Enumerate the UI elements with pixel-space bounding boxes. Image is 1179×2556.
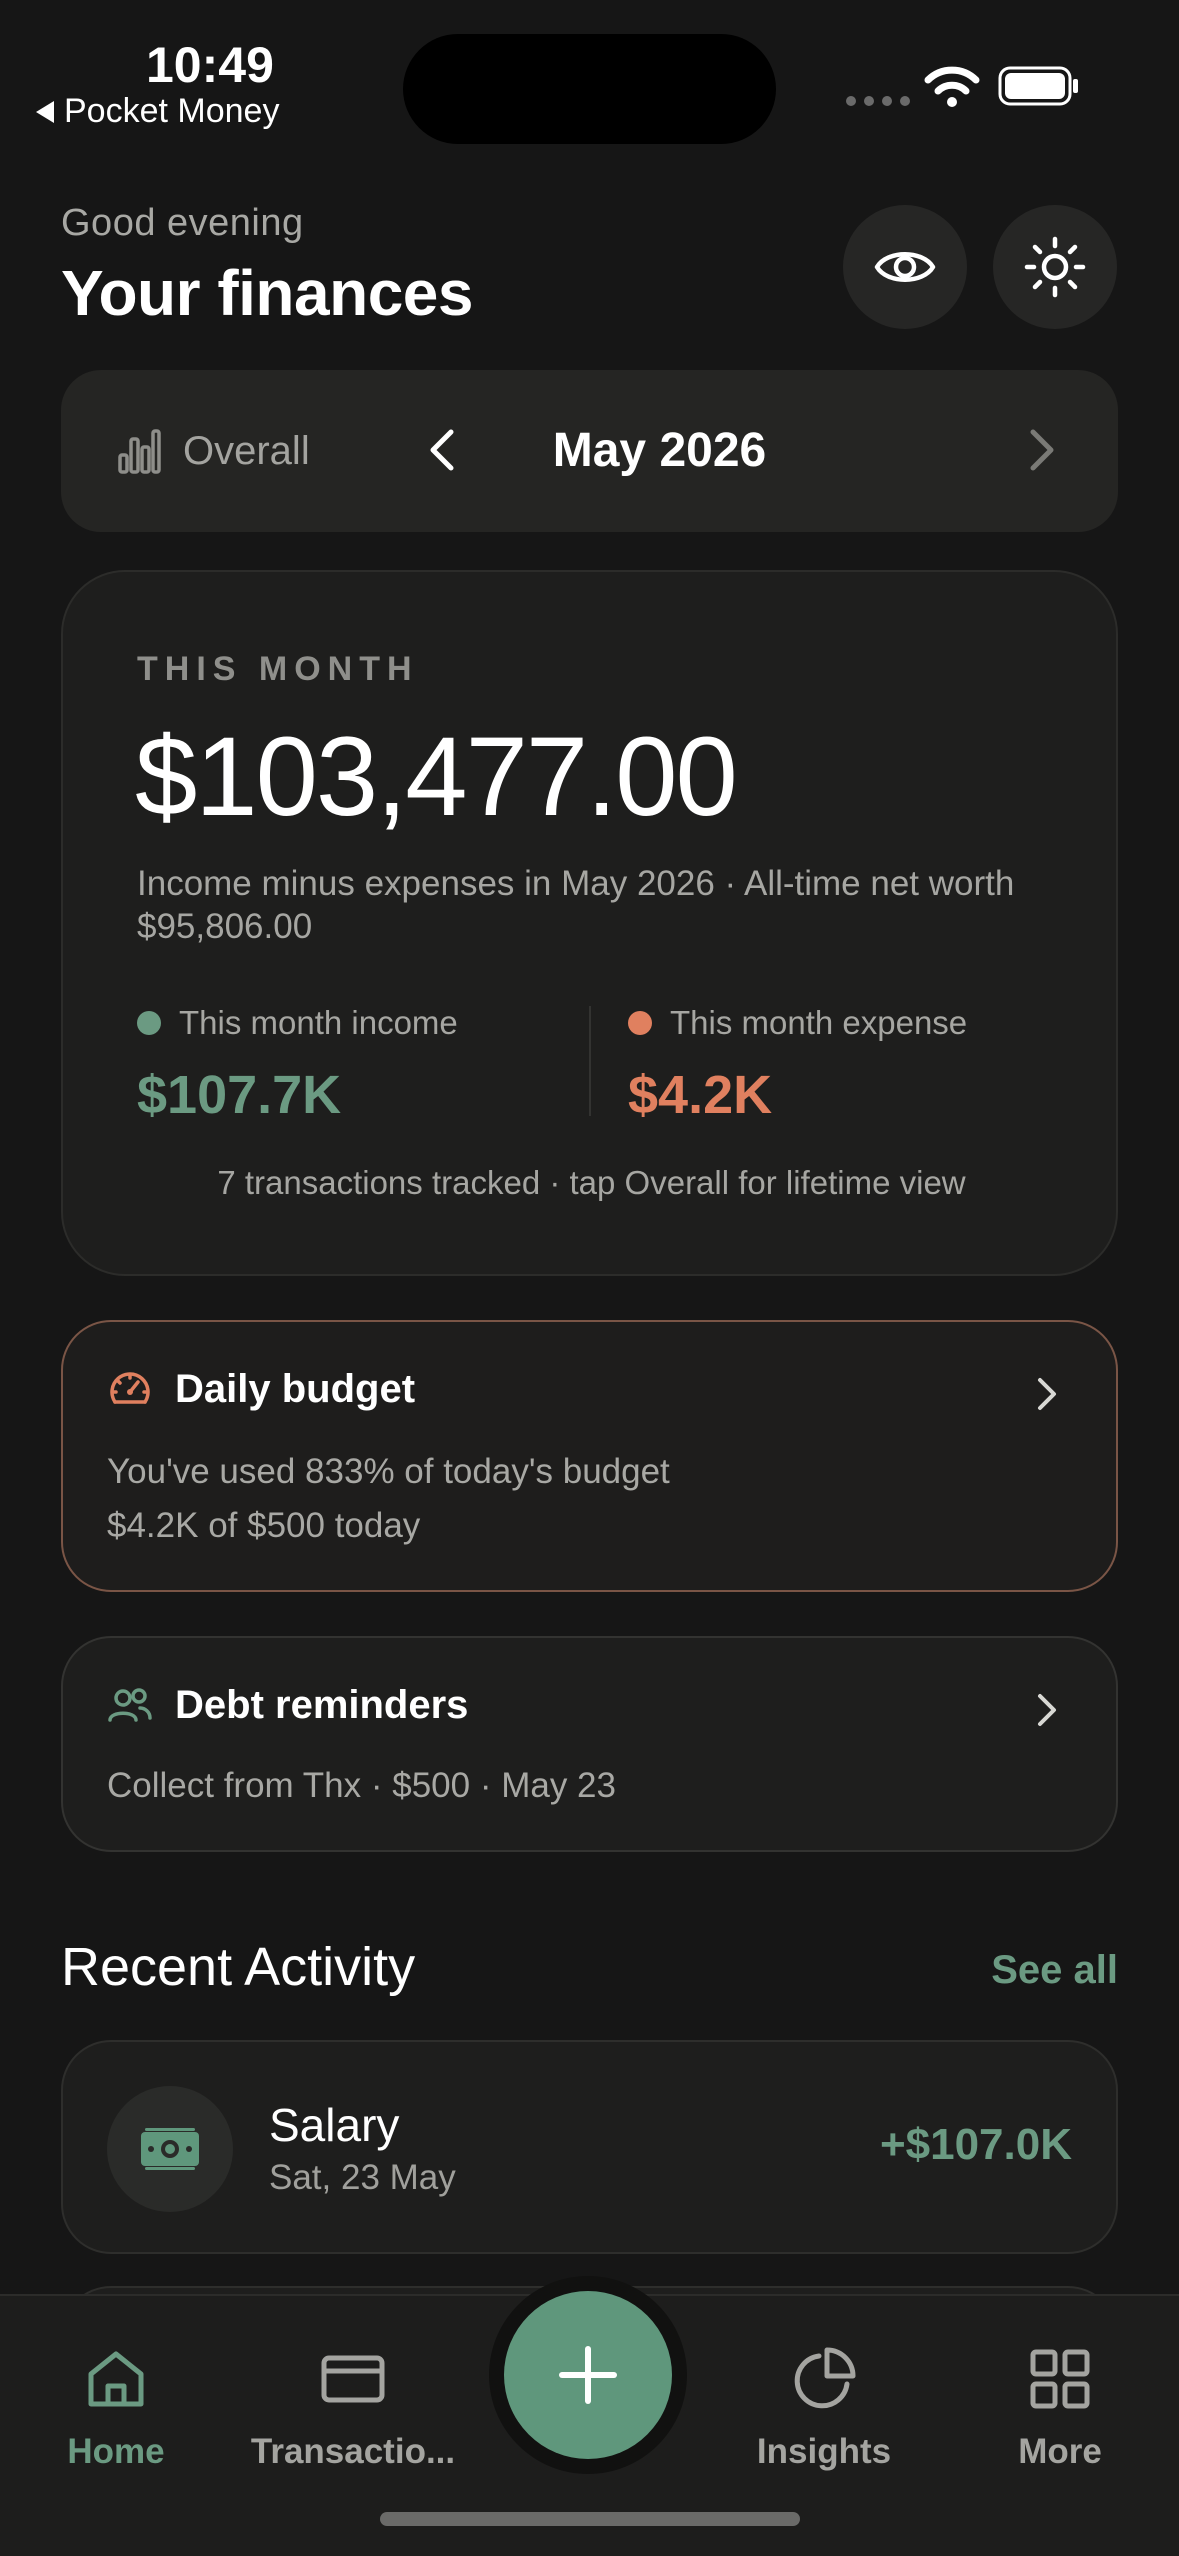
plus-icon (559, 2346, 617, 2404)
wifi-icon (924, 66, 980, 107)
toggle-visibility-button[interactable] (843, 205, 967, 329)
income-label: This month income (179, 1004, 458, 1041)
budget-usage-text: You've used 833% of today's budget (107, 1452, 670, 1491)
tab-home-label: Home (67, 2432, 165, 2471)
income-dot-icon (137, 1011, 161, 1035)
grid-icon (1030, 2349, 1090, 2409)
signal-dots-icon (846, 96, 910, 106)
debt-reminder-text: Collect from Thx · $500 · May 23 (107, 1766, 616, 1805)
transaction-name: Salary (269, 2099, 400, 2151)
back-to-app-link[interactable]: Pocket Money (36, 92, 279, 131)
next-month-button[interactable] (1011, 420, 1071, 480)
income-summary: This month income $107.7K (137, 1004, 458, 1126)
tab-insights[interactable]: Insights (714, 2344, 934, 2472)
income-value: $107.7K (137, 1065, 342, 1125)
home-indicator[interactable] (380, 2512, 800, 2526)
expense-label: This month expense (670, 1004, 968, 1041)
home-icon (88, 2351, 144, 2407)
fab-ring (489, 2276, 687, 2474)
debt-reminders-title: Debt reminders (175, 1682, 469, 1727)
summary-divider (589, 1006, 591, 1116)
back-triangle-icon (36, 100, 54, 123)
monthly-summary-card: THIS MONTH $103,477.00 Income minus expe… (61, 570, 1118, 1276)
tab-transactions[interactable]: Transactio... (243, 2344, 463, 2472)
greeting-text: Good evening (61, 202, 304, 244)
period-selector: Overall May 2026 (61, 370, 1118, 532)
transaction-date: Sat, 23 May (269, 2158, 456, 2197)
net-amount: $103,477.00 (135, 714, 738, 839)
daily-budget-card[interactable]: Daily budget You've used 833% of today's… (61, 1320, 1118, 1592)
summary-footer: 7 transactions tracked · tap Overall for… (217, 1164, 966, 1201)
status-time: 10:49 (146, 37, 274, 93)
debt-reminders-card[interactable]: Debt reminders Collect from Thx · $500 ·… (61, 1636, 1118, 1852)
recent-activity-title: Recent Activity (61, 1937, 416, 1997)
users-icon (108, 1688, 152, 1722)
transaction-icon-wrap (107, 2086, 233, 2212)
status-bar: 10:49 Pocket Money (0, 0, 1179, 150)
chevron-right-icon (1038, 1694, 1056, 1726)
back-app-label: Pocket Money (64, 92, 280, 130)
eye-icon (874, 252, 936, 282)
expense-value: $4.2K (628, 1065, 773, 1125)
battery-icon (998, 66, 1078, 106)
summary-label: THIS MONTH (137, 650, 419, 688)
add-transaction-button[interactable] (504, 2291, 672, 2459)
page-title: Your finances (61, 257, 473, 329)
transaction-row[interactable]: Salary Sat, 23 May +$107.0K (61, 2040, 1118, 2254)
dynamic-island (403, 34, 776, 144)
money-icon (141, 2128, 199, 2170)
chevron-right-icon (1038, 1378, 1056, 1410)
sun-icon (1024, 236, 1086, 298)
credit-card-icon (321, 2355, 385, 2403)
speedometer-icon (110, 1372, 150, 1404)
summary-description: Income minus expenses in May 2026 · All-… (137, 864, 1015, 946)
tab-insights-label: Insights (756, 2432, 892, 2471)
see-all-link[interactable]: See all (991, 1948, 1118, 1993)
transaction-amount: +$107.0K (879, 2120, 1072, 2169)
expense-dot-icon (628, 1011, 652, 1035)
expense-summary: This month expense $4.2K (628, 1004, 967, 1126)
tab-transactions-label: Transactio... (250, 2432, 456, 2471)
theme-toggle-button[interactable] (993, 205, 1117, 329)
tab-home[interactable]: Home (6, 2344, 226, 2472)
pie-chart-icon (794, 2347, 856, 2409)
tab-more[interactable]: More (950, 2344, 1170, 2472)
daily-budget-title: Daily budget (175, 1366, 416, 1411)
month-label: May 2026 (552, 424, 767, 477)
tab-more-label: More (1018, 2432, 1102, 2471)
budget-amount-text: $4.2K of $500 today (107, 1506, 421, 1545)
